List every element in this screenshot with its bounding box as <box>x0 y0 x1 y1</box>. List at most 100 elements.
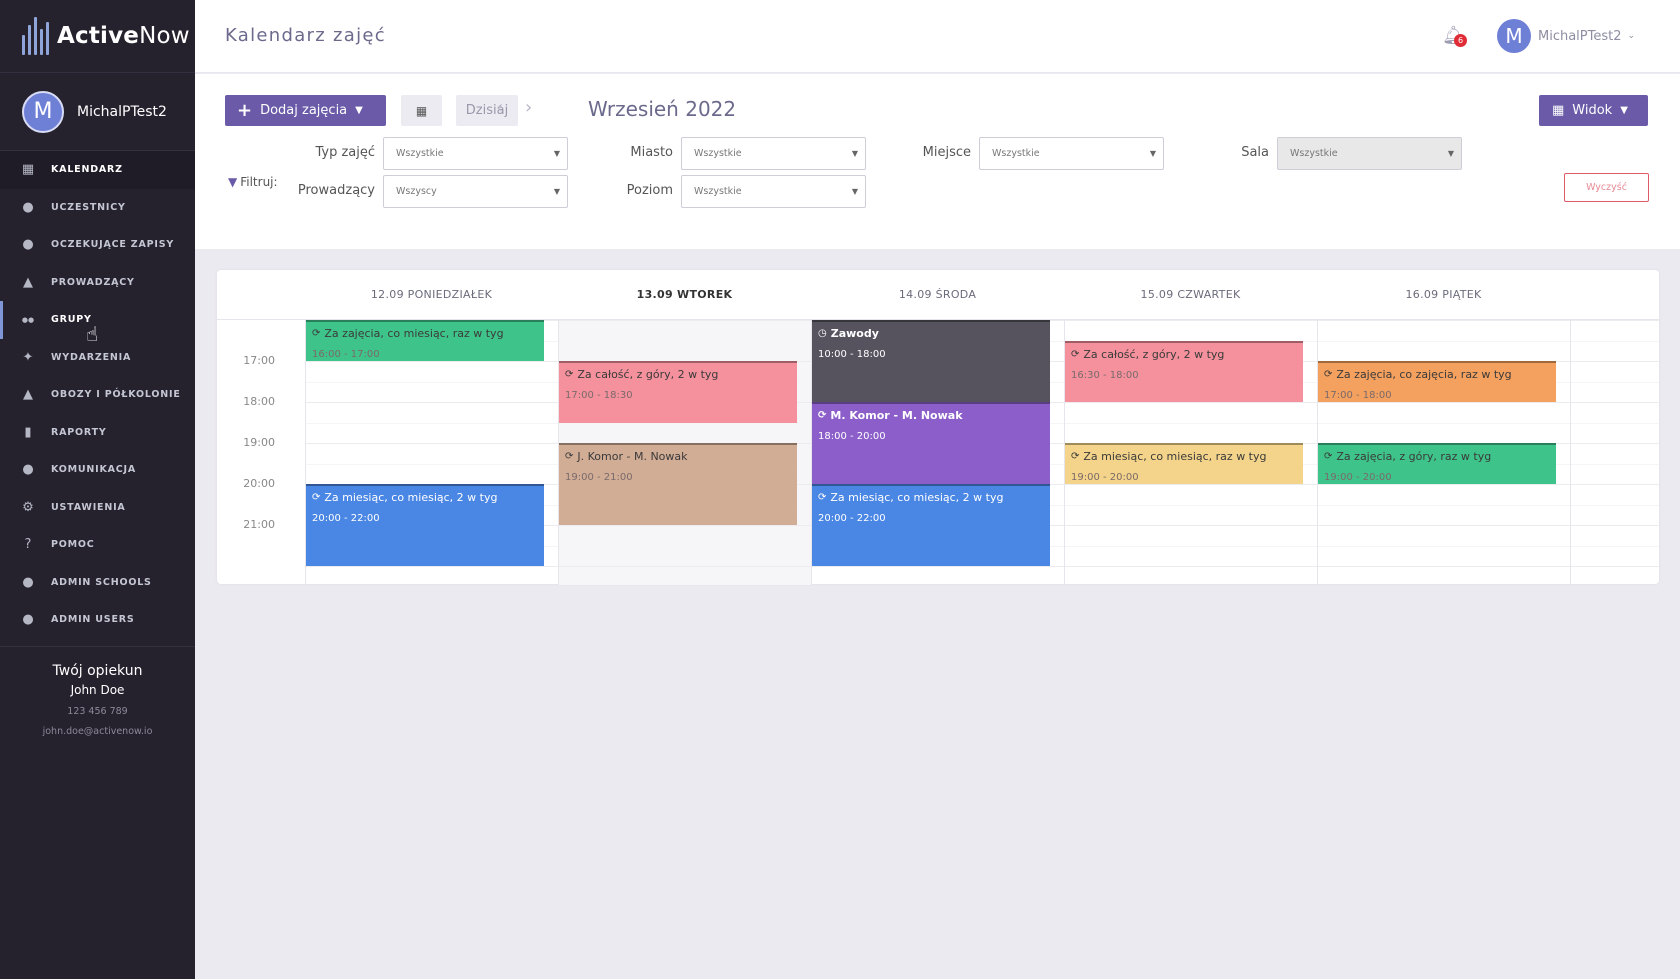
sidebar-item-pomoc[interactable]: ? POMOC <box>0 526 195 564</box>
next-arrow-icon[interactable]: › <box>525 97 532 118</box>
event-time: 19:00 - 20:00 <box>1324 472 1392 483</box>
calendar-event[interactable]: ⟳ J. Komor - M. Nowak 19:00 - 21:00 <box>559 443 797 525</box>
teacher-filter-label: Prowadzący <box>297 183 375 198</box>
calendar-event[interactable]: ⟳ Za całość, z góry, 2 w tyg 17:00 - 18:30 <box>559 361 797 423</box>
sidebar-item-label: PROWADZĄCY <box>51 276 135 288</box>
event-title: ⟳ Za zajęcia, co miesiąc, raz w tyg <box>312 327 538 340</box>
sidebar-item-label: OBOZY I PÓŁKOLONIE <box>51 389 181 401</box>
time-label: 21:00 <box>243 518 275 531</box>
teacher-filter-select[interactable]: Wszyscy <box>383 175 568 208</box>
user-menu-name: MichalPTest2 <box>1538 28 1622 44</box>
graduation-cap-icon: ▲ <box>23 274 33 290</box>
place-filter-label: Miejsce <box>922 145 971 160</box>
sidebar-item-komunikacja[interactable]: ● KOMUNIKACJA <box>0 451 195 489</box>
calendar-event[interactable]: ⟳ Za zajęcia, co zajęcia, raz w tyg 17:00 … <box>1318 361 1556 402</box>
chat-icon: ● <box>22 462 34 478</box>
event-time: 10:00 - 18:00 <box>818 349 886 360</box>
user-menu[interactable]: M MichalPTest2 ⌄ <box>1497 19 1635 53</box>
clear-filters-button[interactable]: Wyczyść <box>1564 173 1649 202</box>
sidebar-item-prowadz-cy[interactable]: ▲ PROWADZĄCY <box>0 264 195 302</box>
calendar-event[interactable]: ⟳ Za miesiąc, co miesiąc, raz w tyg 19:00 … <box>1065 443 1303 484</box>
caretaker-email[interactable]: john.doe@activenow.io <box>0 726 195 737</box>
event-time: 17:00 - 18:00 <box>1324 390 1392 401</box>
repeat-icon: ⟳ <box>818 492 827 503</box>
event-title: ⟳ J. Komor - M. Nowak <box>565 450 791 463</box>
sidebar-item-raporty[interactable]: ▮ RAPORTY <box>0 414 195 452</box>
calendar-event[interactable]: ⟳ Za miesiąc, co miesiąc, 2 w tyg 20:00 - … <box>306 484 544 566</box>
event-time: 19:00 - 21:00 <box>565 472 633 483</box>
event-title: ⟳ Za zajęcia, z góry, raz w tyg <box>1324 450 1550 463</box>
add-class-button[interactable]: + Dodaj zajęcia ▼ <box>225 95 386 126</box>
top-bar: Kalendarz zajęć 🔔︎ 6 M MichalPTest2 ⌄ <box>195 0 1680 73</box>
page-title: Kalendarz zajęć <box>225 25 386 46</box>
repeat-icon: ⟳ <box>312 328 321 339</box>
sidebar-item-label: KOMUNIKACJA <box>51 464 137 476</box>
room-filter-select: Wszystkie <box>1277 137 1462 170</box>
sidebar-item-obozy-i-p-kolonie[interactable]: ▲ OBOZY I PÓŁKOLONIE <box>0 376 195 414</box>
sidebar-item-admin-schools[interactable]: ● ADMIN SCHOOLS <box>0 564 195 602</box>
calendar-picker-button[interactable]: ▦ <box>401 95 442 126</box>
sidebar-user[interactable]: M MichalPTest2 <box>0 73 195 151</box>
logo[interactable]: ActiveNow <box>0 0 195 73</box>
repeat-icon: ⟳ <box>818 410 827 421</box>
filter-label: ▼ Filtruj: <box>228 175 278 189</box>
type-filter-label: Typ zajęć <box>315 145 375 160</box>
calendar-event[interactable]: ⟳ Za zajęcia, z góry, raz w tyg 19:00 - 20… <box>1318 443 1556 484</box>
column-divider <box>1570 320 1571 585</box>
event-title-text: J. Komor - M. Nowak <box>577 450 688 463</box>
level-filter-select[interactable]: Wszystkie <box>681 175 866 208</box>
calendar-event[interactable]: ⟳ Za miesiąc, co miesiąc, 2 w tyg 20:00 - … <box>812 484 1050 566</box>
event-title: ⟳ Za miesiąc, co miesiąc, 2 w tyg <box>312 491 538 504</box>
user-icon: ● <box>22 199 34 215</box>
calendar-event[interactable]: ⟳ Za zajęcia, co miesiąc, raz w tyg 16:00 … <box>306 320 544 361</box>
city-filter-select[interactable]: Wszystkie <box>681 137 866 170</box>
gear-icon: ⚙ <box>22 499 34 515</box>
event-title-text: Zawody <box>830 327 879 340</box>
room-filter-label: Sala <box>1241 145 1269 160</box>
event-title-text: M. Komor - M. Nowak <box>830 409 963 422</box>
type-filter-select[interactable]: Wszystkie <box>383 137 568 170</box>
sidebar-item-uczestnicy[interactable]: ● UCZESTNICY <box>0 189 195 227</box>
sidebar-item-label: ADMIN SCHOOLS <box>51 576 152 588</box>
calendar-event[interactable]: ◷ Zawody 10:00 - 18:00 <box>812 320 1050 402</box>
sidebar-item-kalendarz[interactable]: ▦ KALENDARZ <box>0 151 195 189</box>
event-time: 16:30 - 18:00 <box>1071 369 1139 381</box>
grid-icon: ▦ <box>1552 103 1565 118</box>
view-button[interactable]: ▦ Widok ▼ <box>1539 95 1648 126</box>
sidebar-item-label: KALENDARZ <box>51 164 123 176</box>
repeat-icon: ⟳ <box>1071 451 1080 462</box>
event-time: 18:00 - 20:00 <box>818 431 886 442</box>
today-button[interactable]: Dzisiaj <box>456 95 518 126</box>
caretaker-name: John Doe <box>70 682 125 697</box>
prev-arrow-icon[interactable]: ‹ <box>496 97 503 118</box>
event-title-text: Za zajęcia, co miesiąc, raz w tyg <box>324 327 504 340</box>
chevron-down-icon: ⌄ <box>1627 31 1636 41</box>
sidebar-nav: ▦ KALENDARZ ● UCZESTNICY ● OCZEKUJĄCE ZAPISY ▲… <box>0 151 195 639</box>
bell-icon[interactable]: 🔔︎ 6 <box>1442 25 1467 47</box>
event-title: ⟳ Za całość, z góry, 2 w tyg <box>1071 348 1297 361</box>
repeat-icon: ⟳ <box>565 451 574 462</box>
calendar-event[interactable]: ⟳ M. Komor - M. Nowak 18:00 - 20:00 <box>812 402 1050 484</box>
event-title: ⟳ Za zajęcia, co zajęcia, raz w tyg <box>1324 368 1550 381</box>
sidebar: ActiveNow M MichalPTest2 ▦ KALENDARZ ● UCZE… <box>0 0 195 979</box>
party-icon: ✦ <box>22 349 34 365</box>
chevron-down-icon: ▼ <box>1620 105 1628 116</box>
clock-icon: ◷ <box>818 328 827 339</box>
logo-icon <box>22 17 49 55</box>
repeat-icon: ⟳ <box>312 492 321 503</box>
event-title: ⟳ M. Komor - M. Nowak <box>818 409 1044 422</box>
plus-icon: + <box>237 100 253 121</box>
sidebar-item-ustawienia[interactable]: ⚙ USTAWIENIA <box>0 489 195 527</box>
avatar: M <box>1497 19 1531 53</box>
repeat-icon: ⟳ <box>1324 369 1333 380</box>
place-filter-select[interactable]: Wszystkie <box>979 137 1164 170</box>
grid-line <box>305 566 1659 567</box>
sidebar-item-admin-users[interactable]: ● ADMIN USERS <box>0 601 195 639</box>
calendar-icon: ▦ <box>21 162 35 178</box>
sidebar-item-label: OCZEKUJĄCE ZAPISY <box>51 239 175 251</box>
event-title-text: Za zajęcia, co zajęcia, raz w tyg <box>1336 368 1512 381</box>
sidebar-user-name: MichalPTest2 <box>77 103 167 120</box>
sidebar-item-oczekuj-ce-zapisy[interactable]: ● OCZEKUJĄCE ZAPISY <box>0 226 195 264</box>
event-time: 19:00 - 20:00 <box>1071 472 1139 483</box>
calendar-event[interactable]: ⟳ Za całość, z góry, 2 w tyg 16:30 - 18:00 <box>1065 340 1303 402</box>
